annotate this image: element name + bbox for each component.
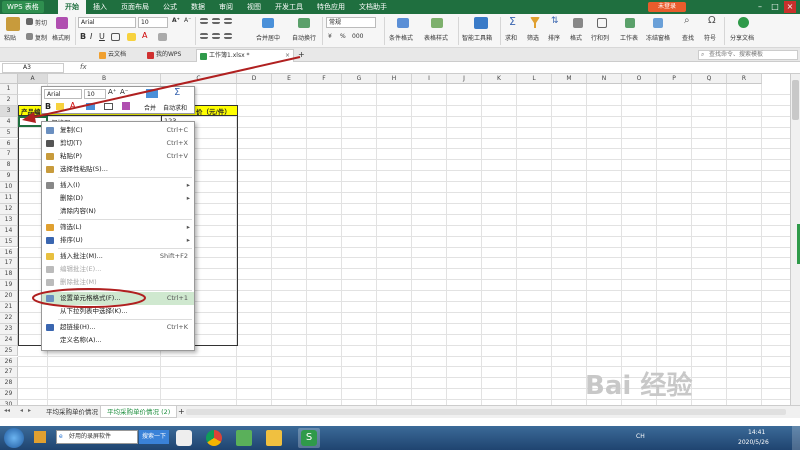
horizontal-scrollbar[interactable] xyxy=(186,409,786,415)
sheet-nav-first-icon[interactable]: ◂◂ xyxy=(4,407,10,414)
watermark: Bai 经验 xyxy=(585,371,693,401)
folder-icon[interactable] xyxy=(266,430,282,446)
browser-e-icon: e xyxy=(59,433,63,440)
taskbar-search-input[interactable]: e 好用的录屏软件 xyxy=(56,430,138,444)
show-desktop-button[interactable] xyxy=(792,426,800,450)
scrollbar-thumb[interactable] xyxy=(792,80,799,120)
sheet-tab-2[interactable]: 平均采购单价情况 (2) xyxy=(100,406,178,418)
sheet-nav-prev-icon[interactable]: ◂ xyxy=(20,407,23,414)
language-indicator[interactable]: CH xyxy=(636,433,645,440)
vertical-scrollbar[interactable] xyxy=(790,74,800,405)
chrome-icon[interactable] xyxy=(206,430,222,446)
start-button-icon[interactable] xyxy=(4,428,24,448)
clock-date[interactable]: 2020/5/26 xyxy=(738,439,769,446)
annotation-arrow-head xyxy=(22,112,36,123)
clock-time[interactable]: 14:41 xyxy=(748,429,765,436)
windows-taskbar: e 好用的录屏软件 搜索一下 S CH 14:41 2020/5/26 xyxy=(0,426,800,450)
wps-spreadsheet-icon: S xyxy=(301,430,317,446)
taskbar-wps-button[interactable]: S xyxy=(298,428,320,448)
sheet-nav-next-icon[interactable]: ▸ xyxy=(28,407,31,414)
sheet-tab-1[interactable]: 平均采购单价情况 xyxy=(40,406,104,418)
annotation-ellipse xyxy=(32,288,146,308)
taskbar-app2-icon[interactable] xyxy=(236,430,252,446)
taskbar-search-button[interactable]: 搜索一下 xyxy=(139,430,169,444)
sheet-tab-bar: ◂◂ ◂ ▸ 平均采购单价情况 平均采购单价情况 (2) + xyxy=(0,405,800,418)
taskbar-app-icon[interactable] xyxy=(34,431,46,443)
taskbar-tool-icon[interactable] xyxy=(176,430,192,446)
annotation-arrow-line xyxy=(29,56,301,119)
